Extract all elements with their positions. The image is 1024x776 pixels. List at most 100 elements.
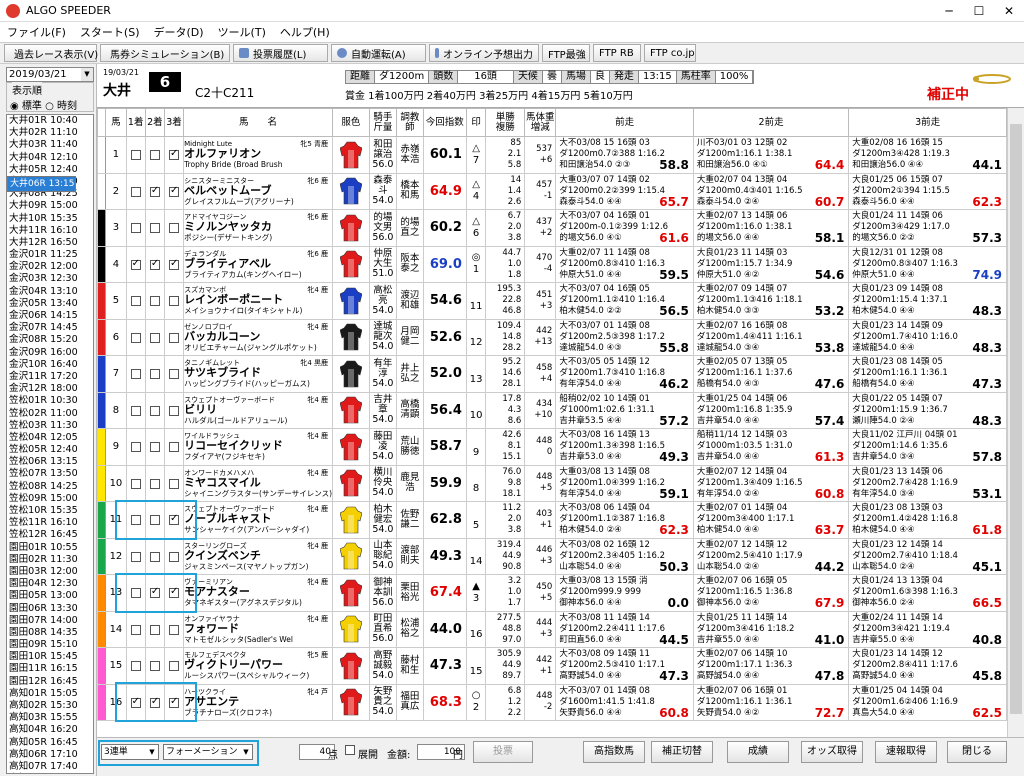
close-icon[interactable]: ✕ <box>994 0 1024 22</box>
third-cell[interactable] <box>163 172 185 210</box>
results-button[interactable]: 成績 <box>727 741 789 763</box>
third-cell[interactable] <box>163 391 185 429</box>
race-list-item[interactable]: 金沢03R 12:30 <box>7 273 93 285</box>
table-row[interactable]: 11 スウェプトオーヴァーボード牝4 鹿ノーブルキャストサンシャーケイク(アンバー… <box>97 501 1007 539</box>
race-list-item[interactable]: 笠松11R 16:10 <box>7 517 93 529</box>
race-list-item[interactable]: 金沢09R 16:00 <box>7 347 93 359</box>
first-checkbox[interactable] <box>130 442 141 453</box>
expand-checkbox[interactable] <box>345 745 355 755</box>
race-list-item[interactable]: 笠松03R 11:30 <box>7 420 93 432</box>
scroll-thumb[interactable] <box>1010 124 1022 714</box>
menu-data[interactable]: データ(D) <box>147 24 211 40</box>
race-list-item[interactable]: 大井04R 12:10 <box>7 152 93 164</box>
horse-name[interactable]: バッカルコーン <box>185 330 332 343</box>
race-list-item[interactable]: 笠松01R 10:30 <box>7 395 93 407</box>
race-list-item[interactable]: 園田02R 11:30 <box>7 554 93 566</box>
mark[interactable]: 12 <box>465 318 487 356</box>
first-cell[interactable] <box>125 136 146 174</box>
first-cell[interactable] <box>125 537 146 575</box>
second-checkbox[interactable] <box>149 296 160 307</box>
horse-name[interactable]: クインズベンチ <box>185 549 332 562</box>
first-checkbox[interactable] <box>130 551 141 562</box>
horse-cell[interactable]: ハーツクライ 牝4 芦アサエンテ ブラチナローズ(クロフネ) <box>183 683 334 721</box>
column-header[interactable]: 馬 <box>105 108 127 137</box>
second-checkbox[interactable] <box>149 258 160 270</box>
table-row[interactable]: 8 スウェプトオーヴァーボード 牝4 鹿ビリリ ハルダル(ゴールドアリュール) 吉井 章… <box>97 391 1007 429</box>
second-checkbox[interactable] <box>149 332 160 343</box>
horse-cell[interactable]: タニノギムレット 牝4 黒鹿 サツキブライド ハッピングブライド(ハッピーガムス) <box>183 355 334 393</box>
second-cell[interactable] <box>144 209 165 247</box>
third-checkbox[interactable] <box>169 551 180 562</box>
horse-name[interactable]: レインボーポニート <box>185 294 332 306</box>
correction-toggle-button[interactable]: 補正切替 <box>651 741 713 763</box>
horse-name[interactable]: サツキブライド <box>185 367 332 379</box>
second-checkbox[interactable] <box>149 624 160 635</box>
high-index-button[interactable]: 高指数馬 <box>583 741 645 763</box>
race-list-item[interactable]: 金沢04R 13:10 <box>7 286 93 298</box>
column-header[interactable]: 印 <box>465 108 487 137</box>
second-checkbox[interactable] <box>149 405 160 416</box>
horse-cell[interactable]: ゼンノロブロイ 牝4 鹿バッカルコーン オリビエチャーム(ジャングルポケット) <box>183 318 334 356</box>
race-list-item[interactable]: 園田12R 16:45 <box>7 676 93 688</box>
mark[interactable]: 15 <box>465 647 487 685</box>
mark[interactable]: ○ 2 <box>465 683 487 721</box>
horse-name[interactable]: ミヤコスマイル <box>185 476 332 489</box>
mark[interactable]: ▲ 3 <box>465 574 487 612</box>
horse-cell[interactable]: シニスターミニスター 牝6 鹿ベルベットムーブ グレイスフルムーブ(アグリーナ) <box>183 172 334 210</box>
third-cell[interactable] <box>163 209 185 247</box>
table-row[interactable]: 16 ハーツクライ牝4 芦アサエンテブラチナローズ(クロフネ) 矢野 貴之 54.0… <box>97 683 1007 721</box>
horse-cell[interactable]: オンワードカメハメハ 牝4 鹿ミヤコスマイル シャイニングラスター(サンデーサイレン… <box>183 464 334 502</box>
column-header[interactable]: 1着 <box>125 108 146 137</box>
third-cell[interactable] <box>163 282 185 320</box>
third-checkbox[interactable] <box>169 513 180 526</box>
close-button[interactable]: 閉じる <box>947 741 1007 763</box>
second-checkbox[interactable] <box>149 515 160 526</box>
get-news-button[interactable]: 速報取得 <box>875 741 937 763</box>
race-list-item[interactable]: 大井11R 16:10 <box>7 225 93 237</box>
race-list-item[interactable]: 金沢11R 17:20 <box>7 371 93 383</box>
race-list-item[interactable]: 園田10R 15:45 <box>7 651 93 663</box>
third-checkbox[interactable] <box>169 624 180 635</box>
horse-name[interactable]: ノーブルキャスト <box>185 513 332 525</box>
first-cell[interactable] <box>125 355 146 393</box>
second-cell[interactable] <box>144 136 165 174</box>
second-checkbox[interactable] <box>149 223 160 234</box>
race-list-item[interactable]: 高知04R 16:20 <box>7 724 93 736</box>
first-cell[interactable] <box>125 501 146 539</box>
table-row[interactable]: 13 ヴァーミリアン牝4 鹿モアナスタータマネギスター(アグネスデジタル) 御神 本… <box>97 574 1007 612</box>
third-cell[interactable] <box>163 610 185 648</box>
race-list-item[interactable]: 笠松04R 12:05 <box>7 432 93 444</box>
vertical-scrollbar[interactable] <box>1007 108 1024 737</box>
third-cell[interactable] <box>163 464 185 502</box>
first-checkbox[interactable] <box>130 478 141 489</box>
first-cell[interactable] <box>125 610 146 648</box>
second-cell[interactable] <box>144 391 165 429</box>
column-header[interactable]: 単勝 複勝 <box>485 108 526 137</box>
first-cell[interactable] <box>125 428 146 466</box>
ftp-strongest-button[interactable]: FTP最強 <box>542 44 590 62</box>
second-checkbox[interactable] <box>149 150 160 161</box>
third-checkbox[interactable] <box>169 478 180 489</box>
third-checkbox[interactable] <box>169 223 180 234</box>
horse-cell[interactable]: スターリングローズ 牝4 鹿クインズベンチ ジャスミンペース(マヤノトップガン) <box>183 537 334 575</box>
first-checkbox[interactable] <box>130 223 141 234</box>
first-cell[interactable] <box>125 245 146 283</box>
horse-name[interactable]: ミノルンヤッタカ <box>185 221 332 233</box>
first-cell[interactable] <box>125 391 146 429</box>
table-row[interactable]: 1 Midnight Lute牝5 青鹿オルファリオンTrophy Bride (… <box>97 136 1007 174</box>
date-picker[interactable]: 2019/03/21 ▼ <box>6 67 94 82</box>
vote-button[interactable]: 投票 <box>473 741 533 763</box>
horse-name[interactable]: リコーセイクリッド <box>185 440 332 452</box>
race-list-item[interactable]: 金沢07R 14:45 <box>7 322 93 334</box>
second-checkbox[interactable] <box>149 696 160 708</box>
race-list-item[interactable]: 園田08R 14:35 <box>7 627 93 639</box>
third-cell[interactable] <box>163 537 185 575</box>
race-list-item[interactable]: 金沢06R 14:15 <box>7 310 93 322</box>
third-cell[interactable] <box>163 245 185 283</box>
bet-simulation-button[interactable]: 馬券シミュレーション(B) <box>100 44 230 62</box>
race-list-item[interactable]: 大井10R 15:35 <box>7 213 93 225</box>
race-list-item[interactable]: 笠松10R 15:35 <box>7 505 93 517</box>
past-race-button[interactable]: 過去レース表示(V) <box>4 44 98 62</box>
first-cell[interactable] <box>125 647 146 685</box>
race-list-item[interactable]: 高知07R 17:40 <box>7 761 93 773</box>
